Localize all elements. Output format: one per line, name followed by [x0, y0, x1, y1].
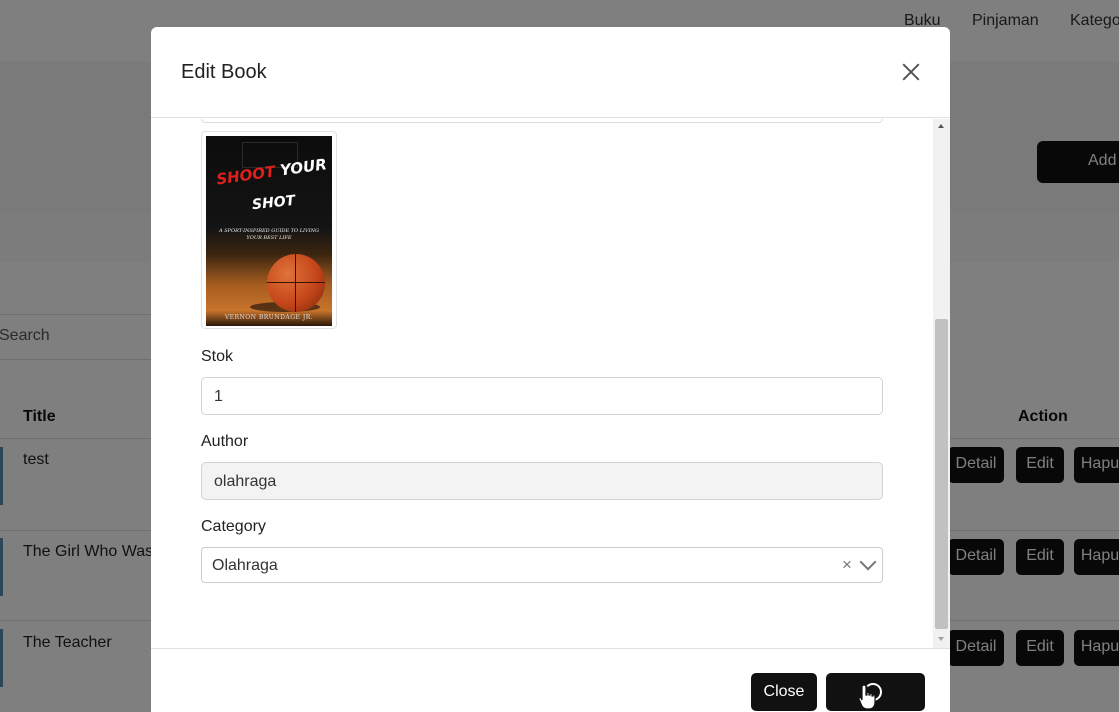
close-button[interactable]: Close: [751, 673, 817, 711]
close-icon[interactable]: [899, 60, 923, 84]
stok-label: Stok: [201, 348, 234, 365]
image-upload-field[interactable]: [201, 119, 883, 123]
basketball-graphic: [267, 254, 325, 312]
modal-footer: Close: [151, 648, 950, 712]
category-label: Category: [201, 518, 266, 535]
scrollbar-thumb[interactable]: [935, 319, 948, 629]
cover-subtitle: A SPORT-INSPIRED GUIDE TO LIVING YOUR BE…: [219, 228, 319, 241]
cover-author: VERNON BRUNDAGE JR.: [224, 314, 314, 321]
book-cover-image: SHOOT YOUR SHOT A SPORT-INSPIRED GUIDE T…: [206, 136, 332, 326]
chevron-down-icon[interactable]: [859, 553, 877, 571]
author-label: Author: [201, 433, 249, 450]
book-cover-preview: SHOOT YOUR SHOT A SPORT-INSPIRED GUIDE T…: [201, 131, 337, 329]
category-select[interactable]: Olahraga ×: [201, 547, 883, 583]
modal-title: Edit Book: [181, 61, 267, 83]
hand-pointer-cursor-icon: [858, 684, 876, 710]
modal-scrollbar[interactable]: [933, 119, 950, 648]
modal-body: SHOOT YOUR SHOT A SPORT-INSPIRED GUIDE T…: [151, 119, 950, 648]
author-input[interactable]: olahraga: [201, 462, 883, 500]
edit-book-modal: Edit Book SHOOT YOUR SHOT A SPORT-INSPIR…: [151, 27, 950, 712]
modal-header: Edit Book: [151, 27, 950, 118]
clear-icon[interactable]: ×: [842, 555, 852, 575]
cover-title-line2: SHOT: [251, 192, 296, 214]
scroll-down-arrow-icon[interactable]: [938, 637, 944, 641]
scroll-up-arrow-icon[interactable]: [938, 124, 944, 128]
stok-input[interactable]: 1: [201, 377, 883, 415]
category-selected-value: Olahraga: [212, 557, 278, 574]
